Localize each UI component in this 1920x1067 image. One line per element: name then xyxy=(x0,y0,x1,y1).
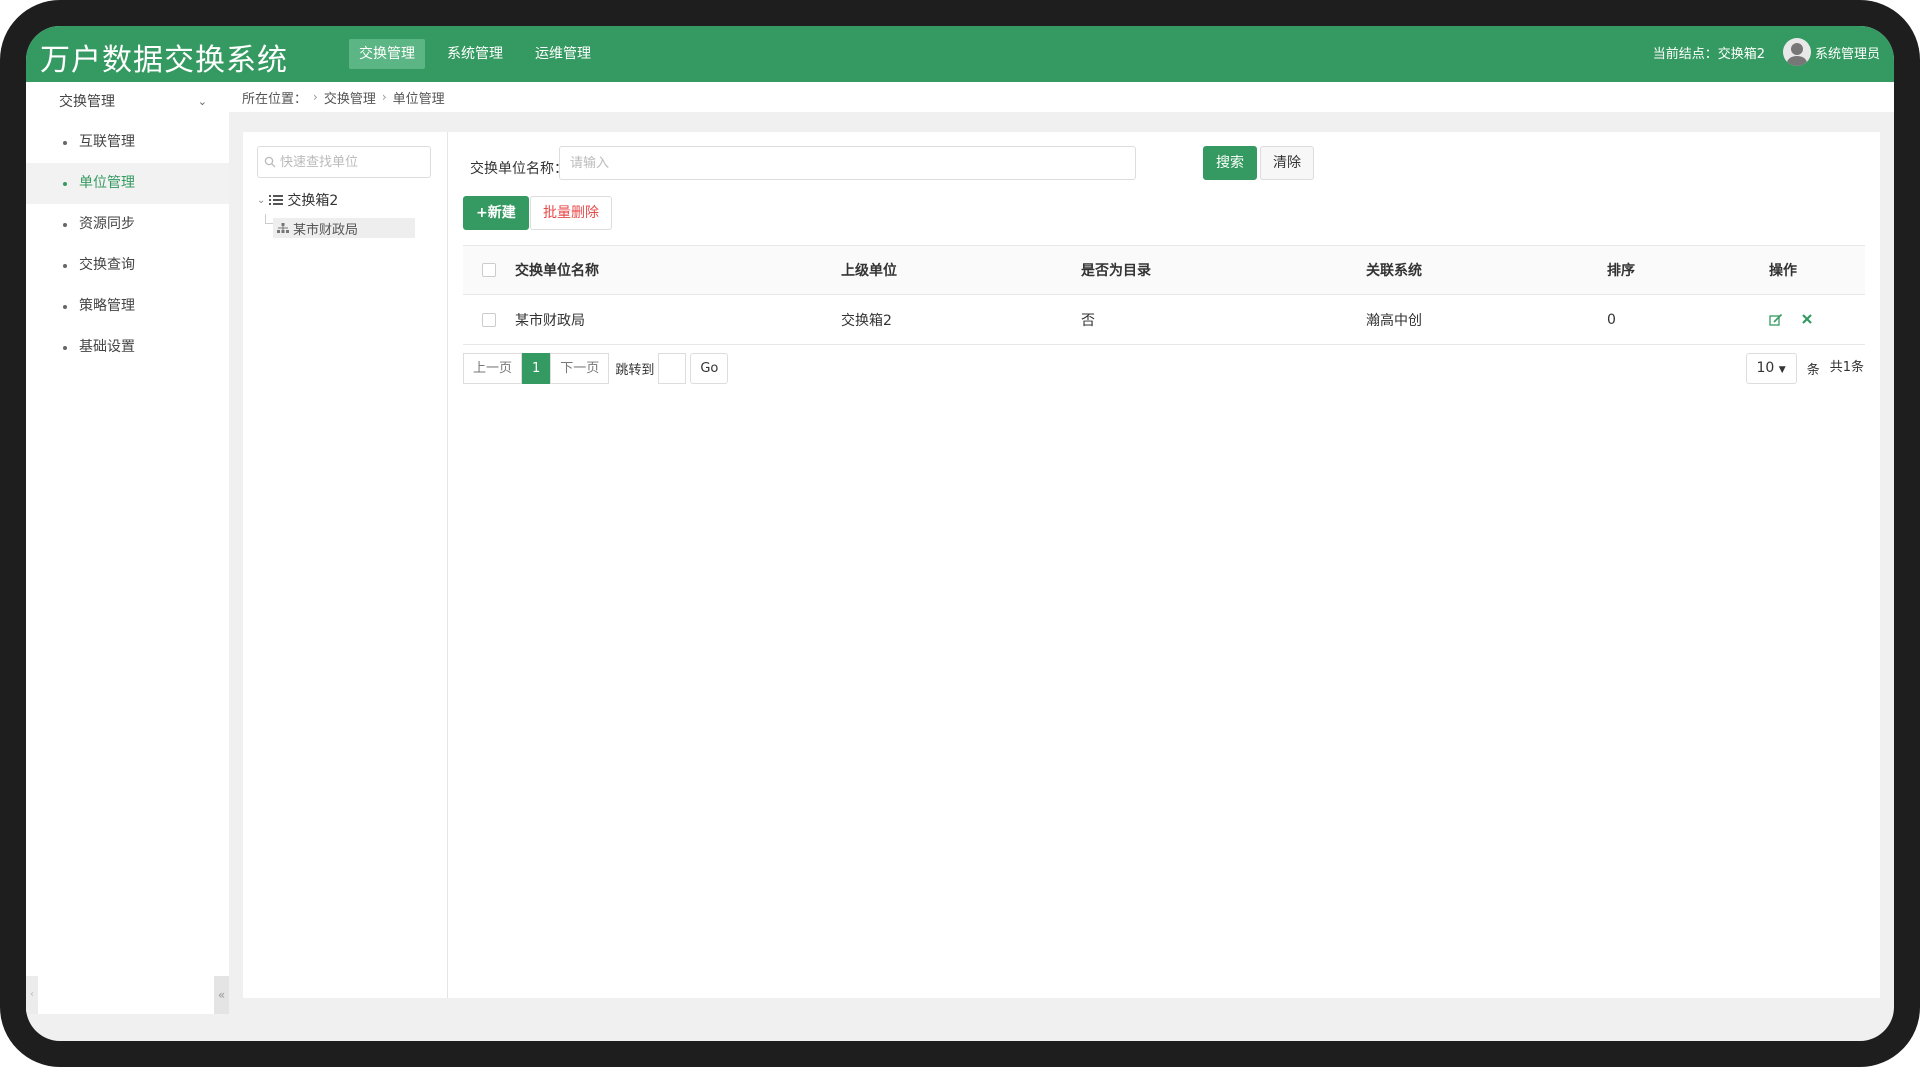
select-all-cell xyxy=(463,263,515,277)
column-header-actions: 操作 xyxy=(1769,263,1797,279)
page-1-button[interactable]: 1 xyxy=(522,353,551,384)
tree-root-label: 交换箱2 xyxy=(287,193,339,209)
content-area: ⌄ 交换箱2 xyxy=(243,132,1880,998)
sidebar-group-exchange[interactable]: 交换管理 ⌄ xyxy=(26,82,229,122)
tree-search-input[interactable] xyxy=(280,154,425,170)
chevron-right-icon: › xyxy=(381,90,387,104)
row-checkbox[interactable] xyxy=(482,312,496,327)
scroll-left-icon[interactable]: ‹ xyxy=(26,976,38,1014)
sidebar-item-basic-settings[interactable]: 基础设置 xyxy=(26,327,229,368)
page-size-value: 10 xyxy=(1756,360,1775,376)
column-header-order: 排序 xyxy=(1607,263,1635,279)
jump-page-input[interactable] xyxy=(658,353,687,384)
search-button[interactable]: 搜索 xyxy=(1203,146,1257,180)
clear-button[interactable]: 清除 xyxy=(1260,146,1314,180)
filter-label: 交换单位名称： xyxy=(470,161,568,177)
cell-actions xyxy=(1763,313,1865,327)
column-header-system: 关联系统 xyxy=(1366,263,1422,279)
tree-node-child[interactable]: 某市财政局 xyxy=(273,218,415,238)
search-icon xyxy=(264,156,276,168)
tree-search-box xyxy=(257,146,431,178)
sidebar-group-label: 交换管理 xyxy=(59,94,115,110)
unit-name-input[interactable] xyxy=(559,146,1136,180)
pagination: 上一页 1 下一页 跳转到 Go xyxy=(463,353,729,384)
unit-table: 交换单位名称 上级单位 是否为目录 关联系统 排序 操作 某市财政局 交换箱2 … xyxy=(463,245,1865,345)
sidebar-item-interconnect[interactable]: 互联管理 xyxy=(26,122,229,163)
cell-parent: 交换箱2 xyxy=(841,312,892,329)
breadcrumb: 所在位置： › 交换管理 › 单位管理 xyxy=(229,82,1894,112)
table-row: 某市财政局 交换箱2 否 瀚高中创 0 xyxy=(463,295,1865,345)
breadcrumb-item[interactable]: 交换管理 xyxy=(324,88,376,107)
chevron-down-icon: ⌄ xyxy=(197,95,207,108)
sidebar-item-unit-management[interactable]: 单位管理 xyxy=(26,163,229,204)
breadcrumb-prefix: 所在位置： xyxy=(242,91,308,107)
next-page-button[interactable]: 下一页 xyxy=(550,353,610,384)
header-right: 当前结点：交换箱2 系统管理员 xyxy=(1653,38,1880,66)
sidebar: 交换管理 ⌄ 互联管理 单位管理 资源同步 交换查询 策略管理 基础设置 ‹ « xyxy=(26,82,229,1014)
page-size-unit: 条 xyxy=(1806,363,1820,378)
chevron-down-icon[interactable]: ⌄ xyxy=(257,195,265,206)
cell-system: 瀚高中创 xyxy=(1366,312,1422,329)
column-header-is-dir: 是否为目录 xyxy=(1081,263,1151,279)
edit-icon[interactable] xyxy=(1769,313,1783,327)
org-chart-icon xyxy=(277,222,289,233)
breadcrumb-item: 单位管理 xyxy=(392,91,445,107)
current-node-label: 当前结点：交换箱2 xyxy=(1652,46,1765,62)
column-header-name: 交换单位名称 xyxy=(515,263,599,279)
total-count: 共1条 xyxy=(1829,360,1864,375)
avatar xyxy=(1782,38,1811,66)
user-menu[interactable]: 系统管理员 xyxy=(1782,38,1880,66)
device-frame: 万户数据交换系统 交换管理 系统管理 运维管理 当前结点：交换箱2 系统管理员 … xyxy=(0,0,1920,1067)
chevron-right-icon: › xyxy=(313,90,318,104)
cell-is-dir: 否 xyxy=(1081,312,1095,329)
cell-name: 某市财政局 xyxy=(515,312,585,329)
unit-tree-panel: ⌄ 交换箱2 xyxy=(243,132,448,998)
pagination-right: 10 ▼ 条 共1条 xyxy=(1745,353,1864,384)
table-header: 交换单位名称 上级单位 是否为目录 关联系统 排序 操作 xyxy=(463,245,1865,295)
top-header: 万户数据交换系统 交换管理 系统管理 运维管理 当前结点：交换箱2 系统管理员 xyxy=(26,26,1894,82)
jump-label: 跳转到 xyxy=(615,363,655,378)
sidebar-item-policy[interactable]: 策略管理 xyxy=(26,286,229,327)
delete-icon[interactable] xyxy=(1801,313,1813,325)
app-title: 万户数据交换系统 xyxy=(40,43,288,78)
list-icon xyxy=(269,195,284,205)
screen: 万户数据交换系统 交换管理 系统管理 运维管理 当前结点：交换箱2 系统管理员 … xyxy=(26,26,1894,1041)
nav-exchange-management[interactable]: 交换管理 xyxy=(349,39,425,69)
user-name: 系统管理员 xyxy=(1814,46,1880,62)
tree-child-label: 某市财政局 xyxy=(293,222,359,238)
tree-connector xyxy=(265,214,273,224)
prev-page-button[interactable]: 上一页 xyxy=(463,353,523,384)
tree-node-root[interactable]: ⌄ 交换箱2 xyxy=(257,190,338,210)
row-select-cell xyxy=(463,312,515,327)
page-size-select[interactable]: 10 ▼ xyxy=(1745,353,1797,384)
top-nav: 交换管理 系统管理 运维管理 xyxy=(349,39,601,69)
sidebar-item-exchange-query[interactable]: 交换查询 xyxy=(26,245,229,286)
cell-order: 0 xyxy=(1607,311,1616,328)
sidebar-item-resource-sync[interactable]: 资源同步 xyxy=(26,204,229,245)
caret-down-icon: ▼ xyxy=(1778,365,1786,375)
main-panel: 交换单位名称： 搜索 清除 +新建 批量删除 交换单位名称 上级单位 是否为目录… xyxy=(449,132,1880,998)
collapse-sidebar-icon[interactable]: « xyxy=(214,976,229,1014)
nav-operations-management[interactable]: 运维管理 xyxy=(525,39,601,69)
nav-system-management[interactable]: 系统管理 xyxy=(437,39,513,69)
select-all-checkbox[interactable] xyxy=(482,263,496,277)
go-button[interactable]: Go xyxy=(690,353,729,384)
column-header-parent: 上级单位 xyxy=(841,263,897,279)
new-button[interactable]: +新建 xyxy=(463,196,529,230)
batch-delete-button[interactable]: 批量删除 xyxy=(530,196,612,230)
